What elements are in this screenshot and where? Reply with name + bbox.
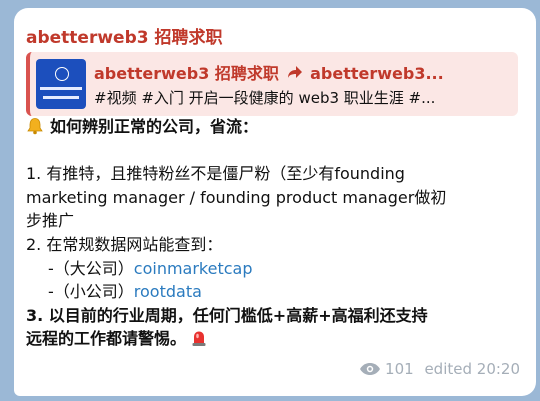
views-count: 101: [385, 360, 414, 378]
sub-item-large: -（大公司）coinmarketcap: [26, 257, 526, 281]
sub-item-prefix: -（大公司）: [48, 258, 134, 278]
sender-name[interactable]: abetterweb3 招聘求职: [26, 23, 223, 48]
point1-line1: 1. 有推特，且推特粉丝不是僵尸粉（至少有founding: [26, 164, 405, 184]
message-meta: 101 edited 20:20: [359, 360, 520, 378]
reply-text: #视频 #入门 开启一段健康的 web3 职业生涯 #...: [94, 89, 436, 107]
point1-line3: 步推广: [26, 211, 75, 231]
channel-thumbnail: [36, 59, 86, 109]
siren-icon: [192, 331, 206, 347]
sub-item-prefix: -（小公司）: [48, 282, 134, 302]
heading-line: 如何辨别正常的公司，省流：: [26, 115, 526, 139]
reply-target: abetterweb3...: [310, 64, 444, 83]
point3-line1: 3. 以目前的行业周期，任何门槛低+高薪+高福利还支持: [26, 305, 428, 325]
edited-time: edited 20:20: [424, 360, 520, 378]
bell-icon: [27, 118, 43, 135]
point3-line2: 远程的工作都请警惕。: [26, 327, 526, 351]
point1-line2: marketing manager / founding product man…: [26, 187, 447, 207]
rootdata-link[interactable]: rootdata: [134, 282, 202, 301]
views-eye-icon: [360, 363, 381, 375]
message-bubble: abetterweb3 招聘求职 abetterweb3 招聘求职 abette…: [14, 8, 536, 396]
point2-text: 2. 在常规数据网站能查到：: [26, 234, 223, 254]
sub-item-small: -（小公司）rootdata: [26, 280, 526, 304]
reply-preview[interactable]: abetterweb3 招聘求职 abetterweb3... #视频 #入门 …: [26, 52, 518, 116]
reply-title: abetterweb3 招聘求职 abetterweb3...: [94, 60, 510, 84]
heading-text: 如何辨别正常的公司，省流：: [50, 117, 259, 136]
point3-text: 远程的工作都请警惕。: [26, 329, 187, 349]
coinmarketcap-link[interactable]: coinmarketcap: [134, 259, 253, 278]
message-text: 如何辨别正常的公司，省流： 1. 有推特，且推特粉丝不是僵尸粉（至少有found…: [26, 115, 526, 351]
forward-arrow-icon: [287, 64, 309, 83]
reply-source: abetterweb3 招聘求职: [94, 64, 279, 83]
